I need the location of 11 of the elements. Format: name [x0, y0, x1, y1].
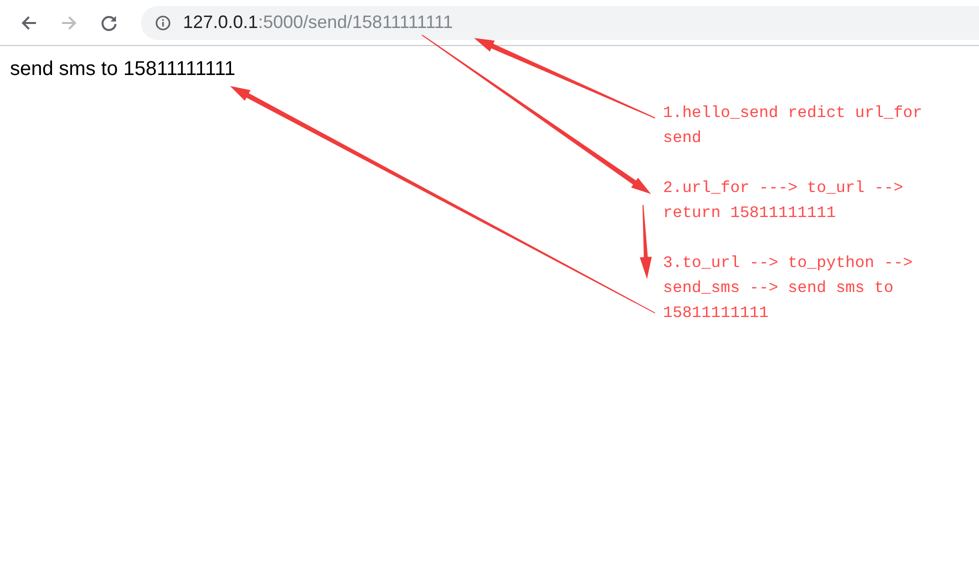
- info-icon[interactable]: [155, 14, 171, 30]
- arrow-icon: [20, 14, 38, 32]
- arrow-icon: [60, 14, 78, 32]
- url-host: 127.0.0.1: [183, 12, 258, 33]
- url-path: :5000/send/15811111111: [258, 12, 453, 33]
- annotation-note: 3.to_url --> to_python --> send_sms --> send sms to 15811111111: [663, 253, 914, 324]
- annotation-note: 1.hello_send redict url_for send: [663, 103, 924, 149]
- page-text: send sms to 15811111111: [10, 58, 236, 81]
- reload-icon: [100, 14, 118, 32]
- annotation-note: 2.url_for ---> to_url --> return 15811111111: [663, 178, 904, 224]
- address-bar[interactable]: 127.0.0.1:5000/send/15811111111: [141, 6, 979, 40]
